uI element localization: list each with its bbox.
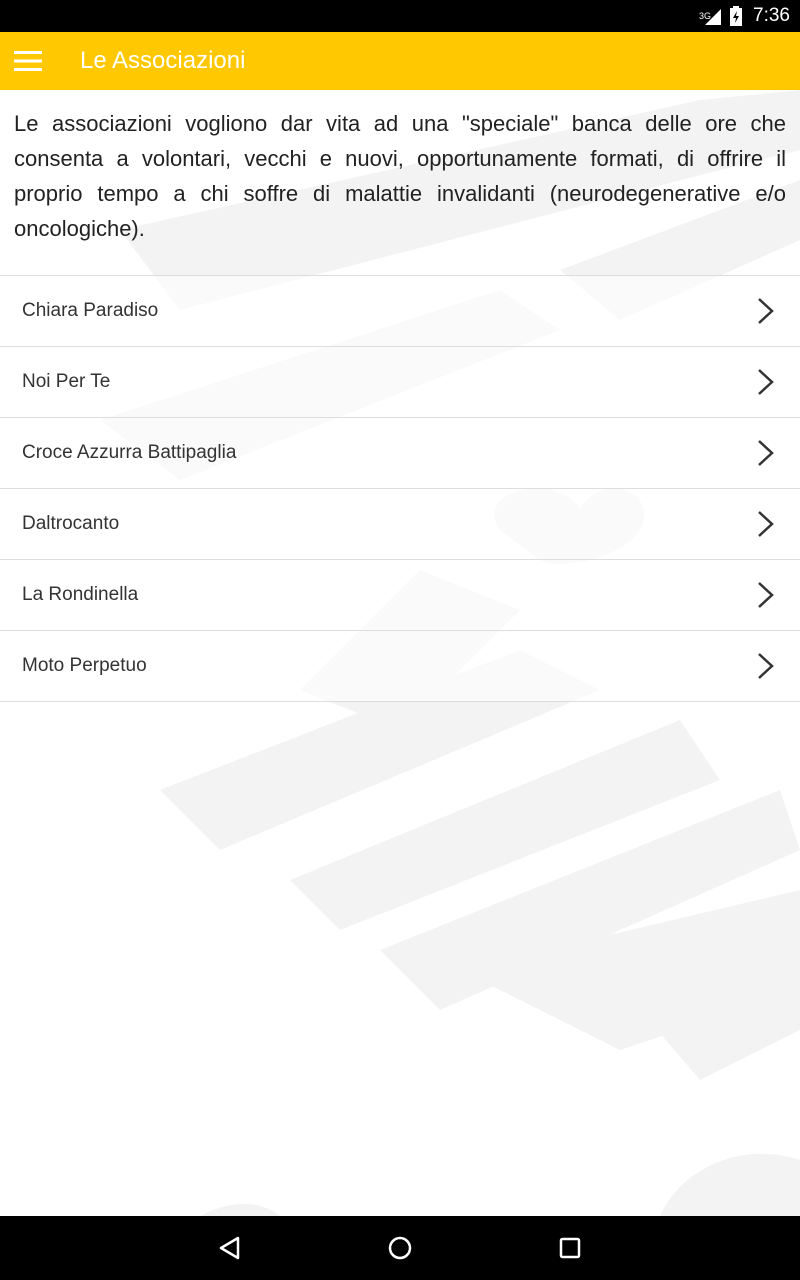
chevron-right-icon: [758, 298, 774, 324]
status-icons: 3G 7:36: [699, 0, 790, 32]
main-content[interactable]: Le associazioni vogliono dar vita ad una…: [0, 90, 800, 1216]
recents-square-icon: [559, 1237, 581, 1259]
associations-list: Chiara Paradiso Noi Per Te Croce Azzurra…: [0, 275, 800, 702]
home-circle-icon: [388, 1236, 412, 1260]
hamburger-menu-icon: [14, 51, 42, 71]
list-item[interactable]: Noi Per Te: [0, 347, 800, 418]
signal-icon: 3G: [699, 6, 723, 26]
chevron-right-icon: [758, 369, 774, 395]
chevron-right-icon: [758, 511, 774, 537]
list-item-label: Chiara Paradiso: [22, 300, 159, 321]
list-item[interactable]: Croce Azzurra Battipaglia: [0, 418, 800, 489]
screen: 3G 7:36 Le Associazioni Le associazioni …: [0, 0, 800, 1280]
home-button[interactable]: [380, 1228, 420, 1268]
recents-button[interactable]: [550, 1228, 590, 1268]
list-item[interactable]: Chiara Paradiso: [0, 276, 800, 347]
list-item-label: La Rondinella: [22, 584, 139, 605]
list-item[interactable]: La Rondinella: [0, 560, 800, 631]
chevron-right-icon: [758, 653, 774, 679]
list-item-label: Daltrocanto: [22, 513, 120, 534]
list-item-label: Croce Azzurra Battipaglia: [22, 442, 237, 463]
system-nav-bar: [0, 1216, 800, 1280]
page-title: Le Associazioni: [80, 47, 246, 74]
list-item[interactable]: Daltrocanto: [0, 489, 800, 560]
chevron-right-icon: [758, 582, 774, 608]
list-item-label: Moto Perpetuo: [22, 655, 147, 676]
list-item-label: Noi Per Te: [22, 371, 111, 392]
back-button[interactable]: [210, 1228, 250, 1268]
intro-text: Le associazioni vogliono dar vita ad una…: [14, 111, 786, 241]
menu-button[interactable]: [0, 32, 56, 90]
app-bar: Le Associazioni: [0, 32, 800, 90]
status-time: 7:36: [753, 5, 790, 26]
list-item[interactable]: Moto Perpetuo: [0, 631, 800, 702]
status-bar: 3G 7:36: [0, 0, 800, 32]
back-triangle-icon: [219, 1236, 240, 1260]
battery-icon: [729, 6, 743, 26]
chevron-right-icon: [758, 440, 774, 466]
